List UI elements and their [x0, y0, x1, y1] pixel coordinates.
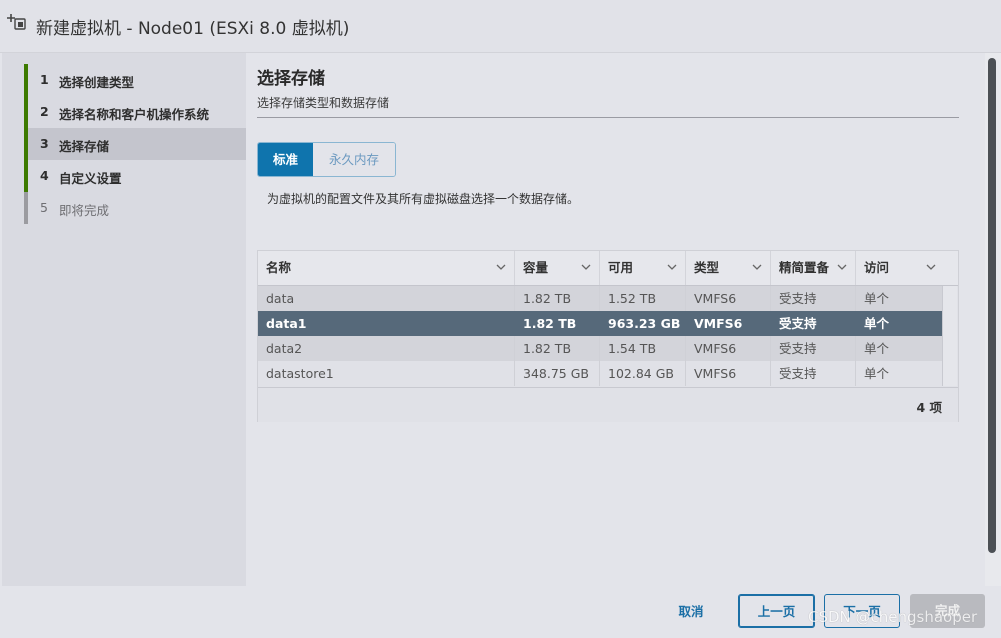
column-header-capacity[interactable]: 容量 [515, 251, 600, 285]
cell-thin-provisioning: 受支持 [771, 311, 856, 336]
cell-thin-provisioning: 受支持 [771, 286, 856, 311]
step-select-name-os[interactable]: 2 选择名称和客户机操作系统 [24, 96, 246, 128]
datastore-table: 名称 容量 可用 类型 精简置备 访问 data 1.82 TB 1.52 TB… [257, 250, 959, 422]
step-progress-bar [24, 64, 28, 96]
step-progress-bar [24, 128, 28, 160]
column-label: 可用 [608, 260, 634, 275]
step-progress-bar [24, 160, 28, 192]
title-bar: 新建虚拟机 - Node01 (ESXi 8.0 虚拟机) [0, 0, 1001, 53]
column-header-type[interactable]: 类型 [686, 251, 771, 285]
cell-name: datastore1 [258, 361, 515, 386]
cell-type: VMFS6 [686, 361, 771, 386]
cell-free: 1.54 TB [600, 336, 686, 361]
page-title: 选择存储 [257, 69, 325, 89]
storage-description: 为虚拟机的配置文件及其所有虚拟磁盘选择一个数据存储。 [267, 192, 580, 206]
column-header-access[interactable]: 访问 [856, 251, 958, 285]
step-label: 自定义设置 [59, 171, 122, 186]
cell-type: VMFS6 [686, 311, 771, 336]
column-label: 精简置备 [779, 260, 830, 275]
wizard-steps: 1 选择创建类型 2 选择名称和客户机操作系统 3 选择存储 4 自定义设置 5… [2, 53, 246, 586]
dialog-title: 新建虚拟机 - Node01 (ESXi 8.0 虚拟机) [36, 19, 350, 39]
step-label: 即将完成 [59, 203, 110, 218]
cell-name: data [258, 286, 515, 311]
column-header-thin-provisioning[interactable]: 精简置备 [771, 251, 856, 285]
cell-capacity: 1.82 TB [515, 286, 600, 311]
chevron-down-icon[interactable] [581, 262, 591, 272]
table-row[interactable]: data2 1.82 TB 1.54 TB VMFS6 受支持 单个 [258, 336, 942, 361]
cell-access: 单个 [864, 366, 890, 381]
step-number: 4 [40, 168, 49, 183]
table-row[interactable]: datastore1 348.75 GB 102.84 GB VMFS6 受支持… [258, 361, 942, 386]
column-label: 名称 [266, 260, 292, 275]
table-header: 名称 容量 可用 类型 精简置备 访问 [258, 251, 958, 286]
watermark: CSDN @chengshaoper [808, 608, 978, 626]
cell-free: 102.84 GB [600, 361, 686, 386]
step-label: 选择存储 [59, 139, 110, 154]
cell-free: 963.23 GB [600, 311, 686, 336]
storage-type-toggle: 标准 永久内存 [257, 142, 396, 177]
tab-standard[interactable]: 标准 [258, 143, 313, 176]
step-number: 1 [40, 72, 49, 87]
cell-type: VMFS6 [686, 286, 771, 311]
step-select-storage[interactable]: 3 选择存储 [24, 128, 246, 160]
table-scrollbar[interactable] [942, 286, 957, 386]
chevron-down-icon[interactable] [496, 262, 506, 272]
chevron-down-icon[interactable] [926, 262, 936, 272]
chevron-down-icon[interactable] [837, 262, 847, 272]
column-label: 访问 [864, 260, 890, 275]
column-header-free[interactable]: 可用 [600, 251, 686, 285]
step-number: 3 [40, 136, 49, 151]
column-label: 容量 [523, 260, 549, 275]
cell-name: data1 [258, 311, 515, 336]
step-number: 2 [40, 104, 49, 119]
step-ready-to-complete: 5 即将完成 [24, 192, 246, 224]
cell-type: VMFS6 [686, 336, 771, 361]
divider [257, 117, 959, 118]
cell-thin-provisioning: 受支持 [771, 336, 856, 361]
step-label: 选择名称和客户机操作系统 [59, 107, 210, 122]
item-count: 4 项 [916, 400, 942, 415]
content-scrollbar[interactable] [985, 53, 1001, 586]
step-customize-settings[interactable]: 4 自定义设置 [24, 160, 246, 192]
step-label: 选择创建类型 [59, 75, 135, 90]
cell-capacity: 1.82 TB [515, 311, 600, 336]
cell-access: 单个 [864, 291, 890, 306]
table-row[interactable]: data 1.82 TB 1.52 TB VMFS6 受支持 单个 [258, 286, 942, 311]
new-vm-icon [7, 14, 26, 30]
table-footer: 4 项 [258, 387, 958, 422]
step-select-creation-type[interactable]: 1 选择创建类型 [24, 64, 246, 96]
cell-access: 单个 [864, 316, 890, 331]
cell-name: data2 [258, 336, 515, 361]
cell-thin-provisioning: 受支持 [771, 361, 856, 386]
cancel-button[interactable]: 取消 [662, 595, 720, 629]
new-vm-wizard-dialog: 新建虚拟机 - Node01 (ESXi 8.0 虚拟机) 1 选择创建类型 2… [0, 0, 1001, 638]
cell-capacity: 348.75 GB [515, 361, 600, 386]
step-progress-bar [24, 96, 28, 128]
wizard-content: 选择存储 选择存储类型和数据存储 标准 永久内存 为虚拟机的配置文件及其所有虚拟… [246, 53, 986, 586]
column-label: 类型 [694, 260, 720, 275]
step-progress-bar [24, 192, 28, 224]
chevron-down-icon[interactable] [667, 262, 677, 272]
table-row-selected[interactable]: data1 1.82 TB 963.23 GB VMFS6 受支持 单个 [258, 311, 942, 336]
cell-access: 单个 [864, 341, 890, 356]
column-header-name[interactable]: 名称 [258, 251, 515, 285]
page-subtitle: 选择存储类型和数据存储 [257, 96, 390, 110]
step-number: 5 [40, 200, 48, 215]
chevron-down-icon[interactable] [752, 262, 762, 272]
previous-button[interactable]: 上一页 [738, 594, 815, 628]
scrollbar-thumb[interactable] [988, 58, 996, 553]
cell-capacity: 1.82 TB [515, 336, 600, 361]
tab-persistent-memory[interactable]: 永久内存 [313, 143, 395, 176]
cell-free: 1.52 TB [600, 286, 686, 311]
